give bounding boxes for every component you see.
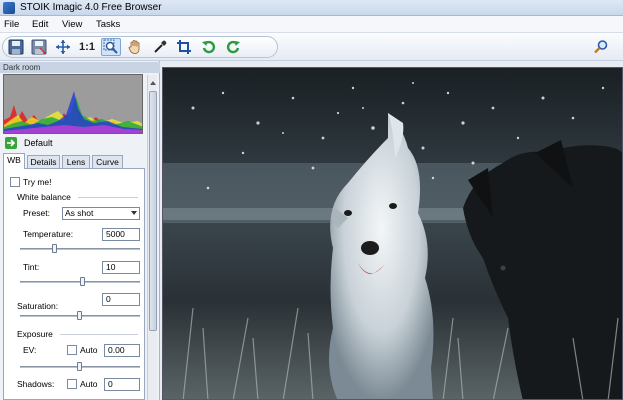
- hand-icon: [128, 40, 140, 54]
- save-as-button[interactable]: [29, 38, 49, 56]
- shadows-field[interactable]: 0: [104, 378, 140, 391]
- saturation-label: Saturation:: [17, 301, 59, 311]
- preset-row[interactable]: Default: [5, 137, 143, 150]
- eyedropper-icon: [154, 40, 167, 53]
- photo-dogs-splashing: [163, 68, 622, 399]
- histogram: [3, 74, 143, 134]
- floppy-disk-icon: [8, 39, 24, 55]
- rotate-left-icon: [202, 40, 216, 54]
- try-me-checkbox[interactable]: [10, 177, 20, 187]
- shadows-label: Shadows:: [17, 379, 55, 389]
- save-button[interactable]: [6, 38, 26, 56]
- temperature-field[interactable]: 5000: [102, 228, 140, 241]
- ev-slider-thumb[interactable]: [77, 362, 82, 371]
- section-divider: [78, 197, 138, 198]
- ev-auto-label: Auto: [80, 345, 98, 355]
- menu-view[interactable]: View: [62, 19, 82, 30]
- rotate-right-button[interactable]: [223, 38, 243, 56]
- temperature-slider-thumb[interactable]: [52, 244, 57, 253]
- crop-icon: [177, 40, 191, 54]
- window-title: STOIK Imagic 4.0 Free Browser: [20, 2, 162, 13]
- rotate-right-icon: [226, 40, 240, 54]
- arrow-right-icon: [7, 139, 16, 147]
- menu-file[interactable]: File: [4, 19, 19, 30]
- section-divider: [60, 334, 138, 335]
- saturation-field[interactable]: 0: [102, 293, 140, 306]
- actual-size-button[interactable]: 1:1: [77, 38, 97, 56]
- title-bar: STOIK Imagic 4.0 Free Browser: [0, 0, 623, 16]
- tab-curve[interactable]: Curve: [92, 155, 123, 169]
- app-window: STOIK Imagic 4.0 Free Browser File Edit …: [0, 0, 623, 400]
- wb-preset-select[interactable]: As shot: [62, 207, 140, 220]
- zoom-select-button[interactable]: [101, 38, 121, 56]
- search-button[interactable]: [591, 38, 611, 56]
- pan-button[interactable]: [125, 38, 145, 56]
- histogram-graph: [4, 75, 142, 133]
- tab-details[interactable]: Details: [27, 155, 60, 169]
- fit-to-window-button[interactable]: [53, 38, 73, 56]
- ev-auto-checkbox[interactable]: [67, 345, 77, 355]
- eyedropper-button[interactable]: [150, 38, 170, 56]
- preset-label: Preset:: [23, 208, 50, 218]
- scroll-up-icon[interactable]: [149, 78, 157, 88]
- wb-preset-value: As shot: [65, 208, 94, 218]
- temperature-label: Temperature:: [23, 229, 74, 239]
- panel-scrollbar[interactable]: [147, 75, 157, 400]
- image-viewer[interactable]: [162, 67, 623, 400]
- tint-slider-thumb[interactable]: [80, 277, 85, 286]
- tint-field[interactable]: 10: [102, 261, 140, 274]
- chevron-down-icon: [131, 211, 137, 215]
- saturation-slider-thumb[interactable]: [77, 311, 82, 320]
- menu-tasks[interactable]: Tasks: [96, 19, 120, 30]
- menu-edit[interactable]: Edit: [32, 19, 48, 30]
- dark-room-panel: Dark room Default WB Details Lens Curve …: [0, 61, 160, 400]
- search-icon: [594, 40, 608, 54]
- toolbar: 1:1: [0, 33, 623, 61]
- preset-name: Default: [24, 138, 53, 148]
- shadows-auto-checkbox[interactable]: [67, 379, 77, 389]
- temperature-slider[interactable]: [20, 248, 140, 250]
- move-arrows-icon: [56, 40, 70, 54]
- crop-button[interactable]: [174, 38, 194, 56]
- panel-header: Dark room: [0, 62, 160, 73]
- zoom-area-icon: [103, 39, 118, 54]
- ev-label: EV:: [23, 345, 37, 355]
- app-icon: [3, 2, 15, 14]
- tab-wb[interactable]: WB: [3, 153, 25, 169]
- floppy-disk-alt-icon: [31, 39, 47, 55]
- wb-tab-content: Try me! White balance Preset: As shot Te…: [3, 168, 145, 400]
- tint-label: Tint:: [23, 262, 40, 272]
- shadows-auto-label: Auto: [80, 379, 98, 389]
- try-me-label: Try me!: [23, 177, 52, 187]
- apply-preset-icon[interactable]: [5, 137, 17, 149]
- white-balance-title: White balance: [17, 192, 71, 202]
- menu-bar: File Edit View Tasks: [0, 16, 623, 33]
- rotate-left-button[interactable]: [199, 38, 219, 56]
- actual-size-label: 1:1: [79, 41, 95, 53]
- tab-lens[interactable]: Lens: [62, 155, 90, 169]
- ev-field[interactable]: 0.00: [104, 344, 140, 357]
- scroll-thumb[interactable]: [149, 91, 157, 331]
- exposure-title: Exposure: [17, 329, 53, 339]
- adjustment-tabs: WB Details Lens Curve: [3, 153, 145, 169]
